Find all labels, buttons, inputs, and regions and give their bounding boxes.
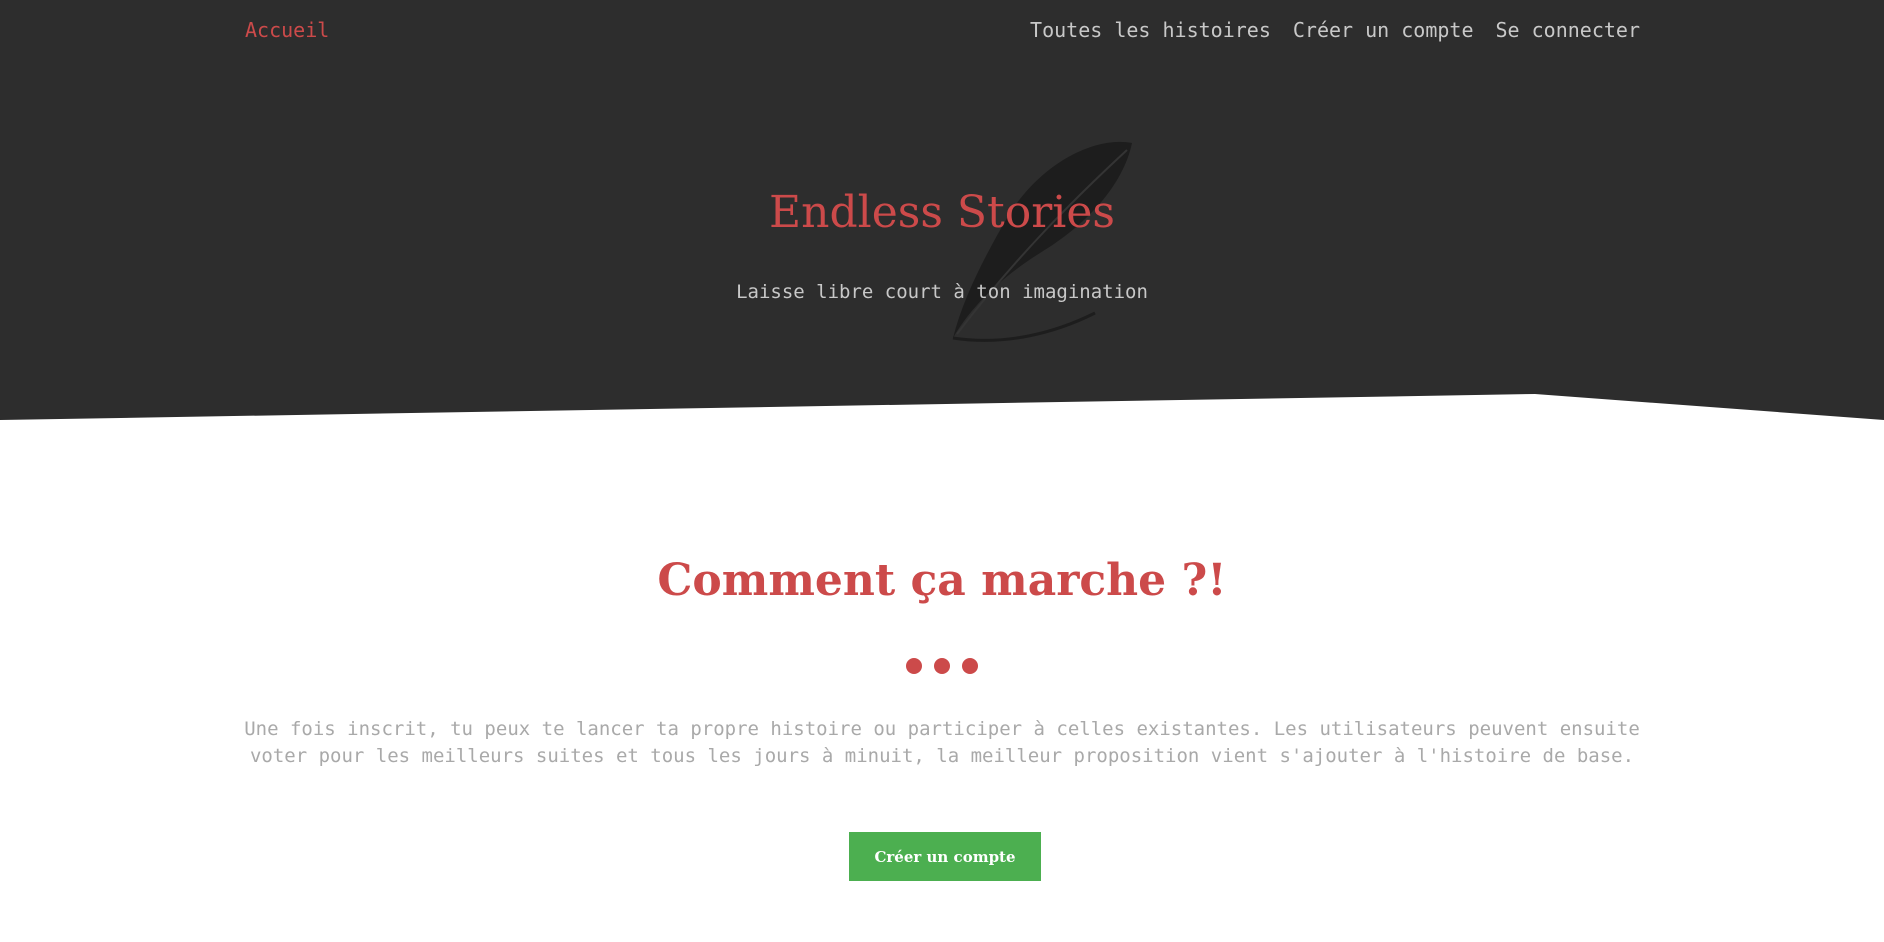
divider-dot (906, 658, 922, 674)
hero-section: Accueil Toutes les histoires Créer un co… (0, 0, 1884, 430)
how-it-works-title: Comment ça marche ?! (657, 555, 1227, 606)
how-it-works-description: Une fois inscrit, tu peux te lancer ta p… (244, 718, 1640, 767)
site-title: Endless Stories (769, 187, 1115, 238)
divider-dot (962, 658, 978, 674)
nav-right-group: Toutes les histoires Créer un compte Se … (1030, 18, 1640, 42)
nav-create-account-link[interactable]: Créer un compte (1293, 18, 1474, 42)
top-nav: Accueil Toutes les histoires Créer un co… (0, 18, 1884, 44)
divider-dot (934, 658, 950, 674)
nav-all-stories-link[interactable]: Toutes les histoires (1030, 18, 1271, 42)
create-account-button[interactable]: Créer un compte (849, 832, 1041, 881)
nav-home-link[interactable]: Accueil (245, 18, 329, 42)
divider-dots (0, 658, 1884, 674)
site-tagline: Laisse libre court à ton imagination (736, 281, 1148, 303)
nav-login-link[interactable]: Se connecter (1496, 18, 1641, 42)
